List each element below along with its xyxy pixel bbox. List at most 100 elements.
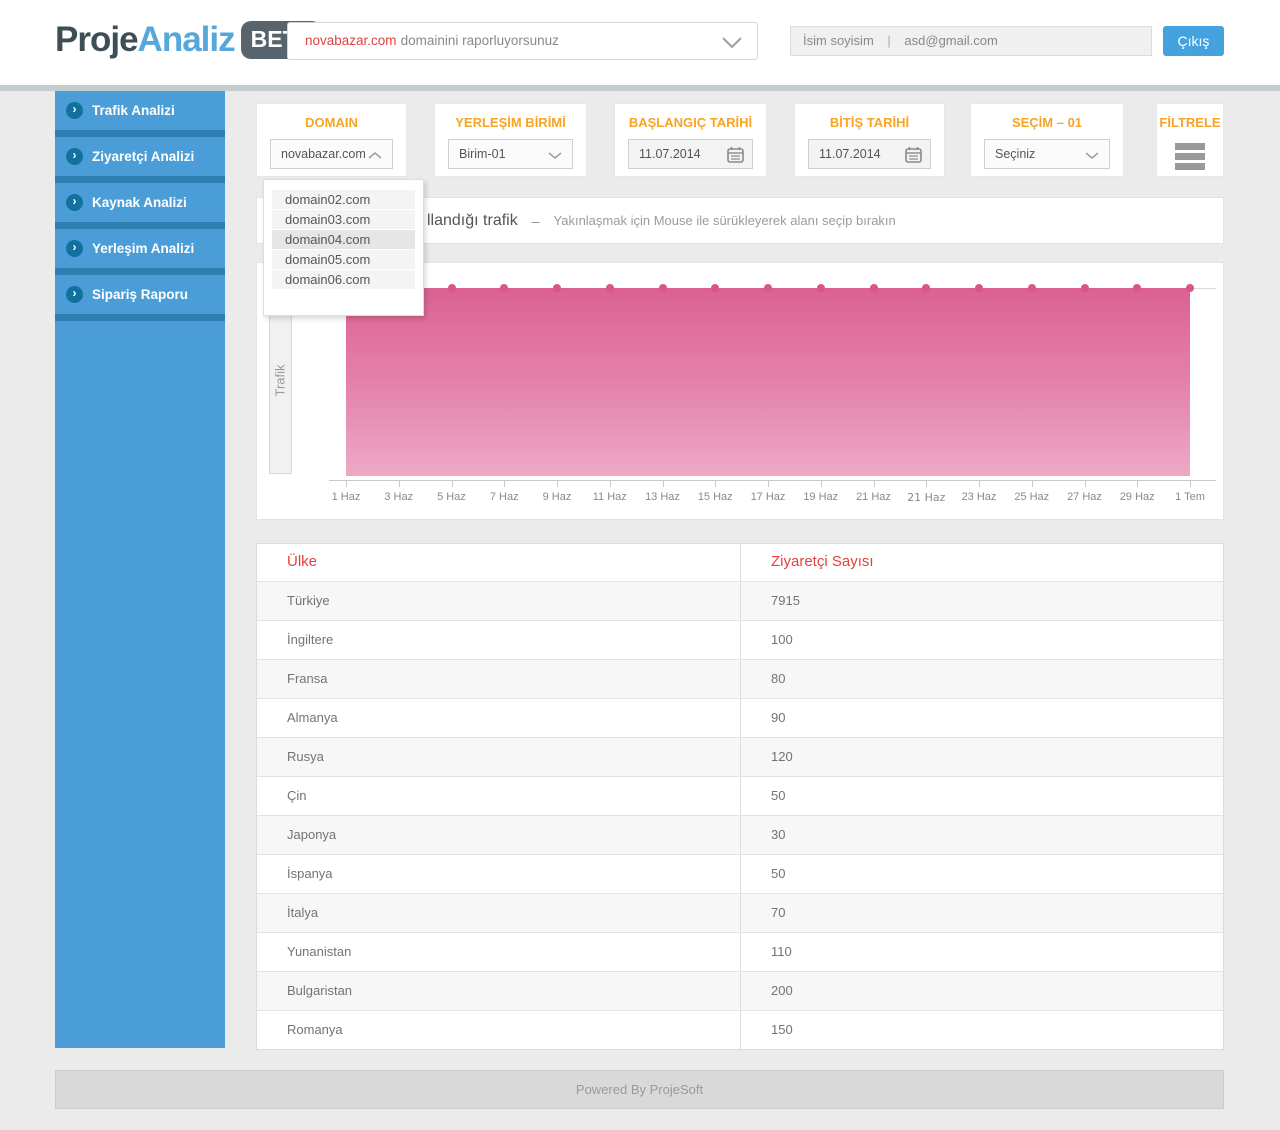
data-point-marker [817, 284, 825, 292]
chevron-up-icon [367, 151, 383, 160]
data-point-marker [1028, 284, 1036, 292]
x-axis-tick [452, 480, 453, 487]
start-date-field[interactable]: 11.07.2014 [628, 139, 753, 169]
data-point-marker [1186, 284, 1194, 292]
data-point-marker [606, 284, 614, 292]
table-row-yunanistan: Yunanistan110 [257, 932, 1223, 971]
unit-select[interactable]: Birim-01 [448, 139, 573, 169]
traffic-area-series[interactable] [346, 288, 1190, 476]
country-table: Ülke Ziyaretçi Sayısı Türkiye7915İngilte… [256, 543, 1224, 1050]
data-point-marker [870, 284, 878, 292]
chart-zoom-hint: Yakınlaşmak için Mouse ile sürükleyerek … [554, 213, 896, 228]
table-row-ispanya: İspanya50 [257, 854, 1223, 893]
sidebar-item-yerlesim-analizi[interactable]: ›Yerleşim Analizi [55, 229, 225, 268]
report-domain-select[interactable]: novabazar.com domainini raporluyorsunuz [287, 22, 758, 60]
x-axis-tick [346, 480, 347, 487]
cell-visitors: 120 [741, 738, 1223, 776]
selection-select-value: Seçiniz [995, 147, 1035, 161]
x-axis-tick [610, 480, 611, 487]
table-row-turkiye: Türkiye7915 [257, 581, 1223, 620]
cell-visitors: 70 [741, 894, 1223, 932]
sidebar-item-trafik-analizi[interactable]: ›Trafik Analizi [55, 91, 225, 130]
table-row-cin: Çin50 [257, 776, 1223, 815]
sidebar-item-label: Trafik Analizi [92, 103, 175, 118]
logout-button[interactable]: Çıkış [1163, 26, 1224, 56]
cell-country: Bulgaristan [257, 972, 741, 1010]
table-row-romanya: Romanya150 [257, 1010, 1223, 1049]
x-axis-line [329, 480, 1216, 481]
sidebar-item-ziyaretci-analizi[interactable]: ›Ziyaretçi Analizi [55, 137, 225, 176]
page: ProjeAnaliz BETA novabazar.com domainini … [0, 0, 1280, 1130]
x-axis-tick [715, 480, 716, 487]
dropdown-option-domain04-com[interactable]: domain04.com [272, 230, 415, 249]
chart-title-dash: – [532, 213, 540, 229]
sidebar-divider [55, 176, 225, 183]
user-name: İsim soyisim [803, 33, 874, 48]
chevron-right-circle-icon: › [66, 240, 83, 257]
dropdown-option-domain06-com[interactable]: domain06.com [272, 270, 415, 289]
footer: Powered By ProjeSoft [55, 1070, 1224, 1109]
cell-visitors: 7915 [741, 582, 1223, 620]
cell-country: İspanya [257, 855, 741, 893]
domain-select[interactable]: novabazar.com [270, 139, 393, 169]
calendar-icon [905, 146, 922, 163]
cell-country: Rusya [257, 738, 741, 776]
table-row-rusya: Rusya120 [257, 737, 1223, 776]
end-date-field[interactable]: 11.07.2014 [808, 139, 931, 169]
filter-card-domain: DOMAIN novabazar.com [256, 103, 407, 177]
report-domain-value: novabazar.com [305, 33, 397, 48]
x-axis-tick [504, 480, 505, 487]
domain-dropdown-list: domain02.comdomain03.comdomain04.comdoma… [263, 179, 424, 316]
x-axis-tick [663, 480, 664, 487]
filter-label-end-date: BİTİŞ TARİHİ [795, 115, 944, 130]
header: ProjeAnaliz BETA novabazar.com domainini … [0, 0, 1280, 85]
cell-country: Romanya [257, 1011, 741, 1049]
start-date-value: 11.07.2014 [639, 147, 701, 161]
x-axis-tick [1190, 480, 1191, 487]
selection-select[interactable]: Seçiniz [984, 139, 1110, 169]
hamburger-icon[interactable] [1175, 143, 1205, 170]
filter-card-start-date: BAŞLANGIÇ TARİHİ 11.07.2014 [614, 103, 767, 177]
x-axis-tick [979, 480, 980, 487]
chevron-right-circle-icon: › [66, 286, 83, 303]
cell-visitors: 30 [741, 816, 1223, 854]
user-info-box[interactable]: İsim soyisim | asd@gmail.com [790, 26, 1152, 56]
sidebar-item-siparis-raporu[interactable]: › Sipariş Raporu [55, 275, 225, 314]
cell-visitors: 100 [741, 621, 1223, 659]
x-axis-tick [399, 480, 400, 487]
chevron-down-icon [547, 151, 563, 160]
sidebar: ›Trafik Analizi›Ziyaretçi Analizi›Kaynak… [55, 91, 225, 1048]
sidebar-item-label: Sipariş Raporu [92, 287, 188, 302]
data-point-marker [448, 284, 456, 292]
y-axis-label: Trafik [273, 364, 288, 396]
cell-visitors: 50 [741, 777, 1223, 815]
x-axis-tick [1085, 480, 1086, 487]
cell-country: İngiltere [257, 621, 741, 659]
filter-card-filtrele: FİLTRELE [1156, 103, 1224, 177]
table-row-almanya: Almanya90 [257, 698, 1223, 737]
chart-title: llandığı trafik [427, 212, 518, 230]
table-header-country: Ülke [257, 544, 741, 581]
dropdown-option-domain02-com[interactable]: domain02.com [272, 190, 415, 209]
x-axis-tick [1137, 480, 1138, 487]
table-header-row: Ülke Ziyaretçi Sayısı [257, 544, 1223, 581]
sidebar-item-kaynak-analizi[interactable]: ›Kaynak Analizi [55, 183, 225, 222]
app-logo: ProjeAnaliz BETA [55, 20, 322, 60]
dropdown-option-domain03-com[interactable]: domain03.com [272, 210, 415, 229]
unit-select-value: Birim-01 [459, 147, 506, 161]
cell-country: İtalya [257, 894, 741, 932]
filter-card-selection: SEÇİM – 01 Seçiniz [970, 103, 1124, 177]
x-axis-tick [1032, 480, 1033, 487]
dropdown-option-domain05-com[interactable]: domain05.com [272, 250, 415, 269]
filter-label-unit: YERLEŞİM BİRİMİ [435, 115, 586, 130]
table-body: Türkiye7915İngiltere100Fransa80Almanya90… [257, 581, 1223, 1049]
data-point-marker [764, 284, 772, 292]
filter-card-end-date: BİTİŞ TARİHİ 11.07.2014 [794, 103, 945, 177]
cell-visitors: 150 [741, 1011, 1223, 1049]
report-domain-suffix: domainini raporluyorsunuz [401, 33, 559, 48]
table-row-japonya: Japonya30 [257, 815, 1223, 854]
cell-visitors: 80 [741, 660, 1223, 698]
user-separator: | [887, 33, 890, 48]
sidebar-divider [55, 314, 225, 321]
data-point-marker [659, 284, 667, 292]
